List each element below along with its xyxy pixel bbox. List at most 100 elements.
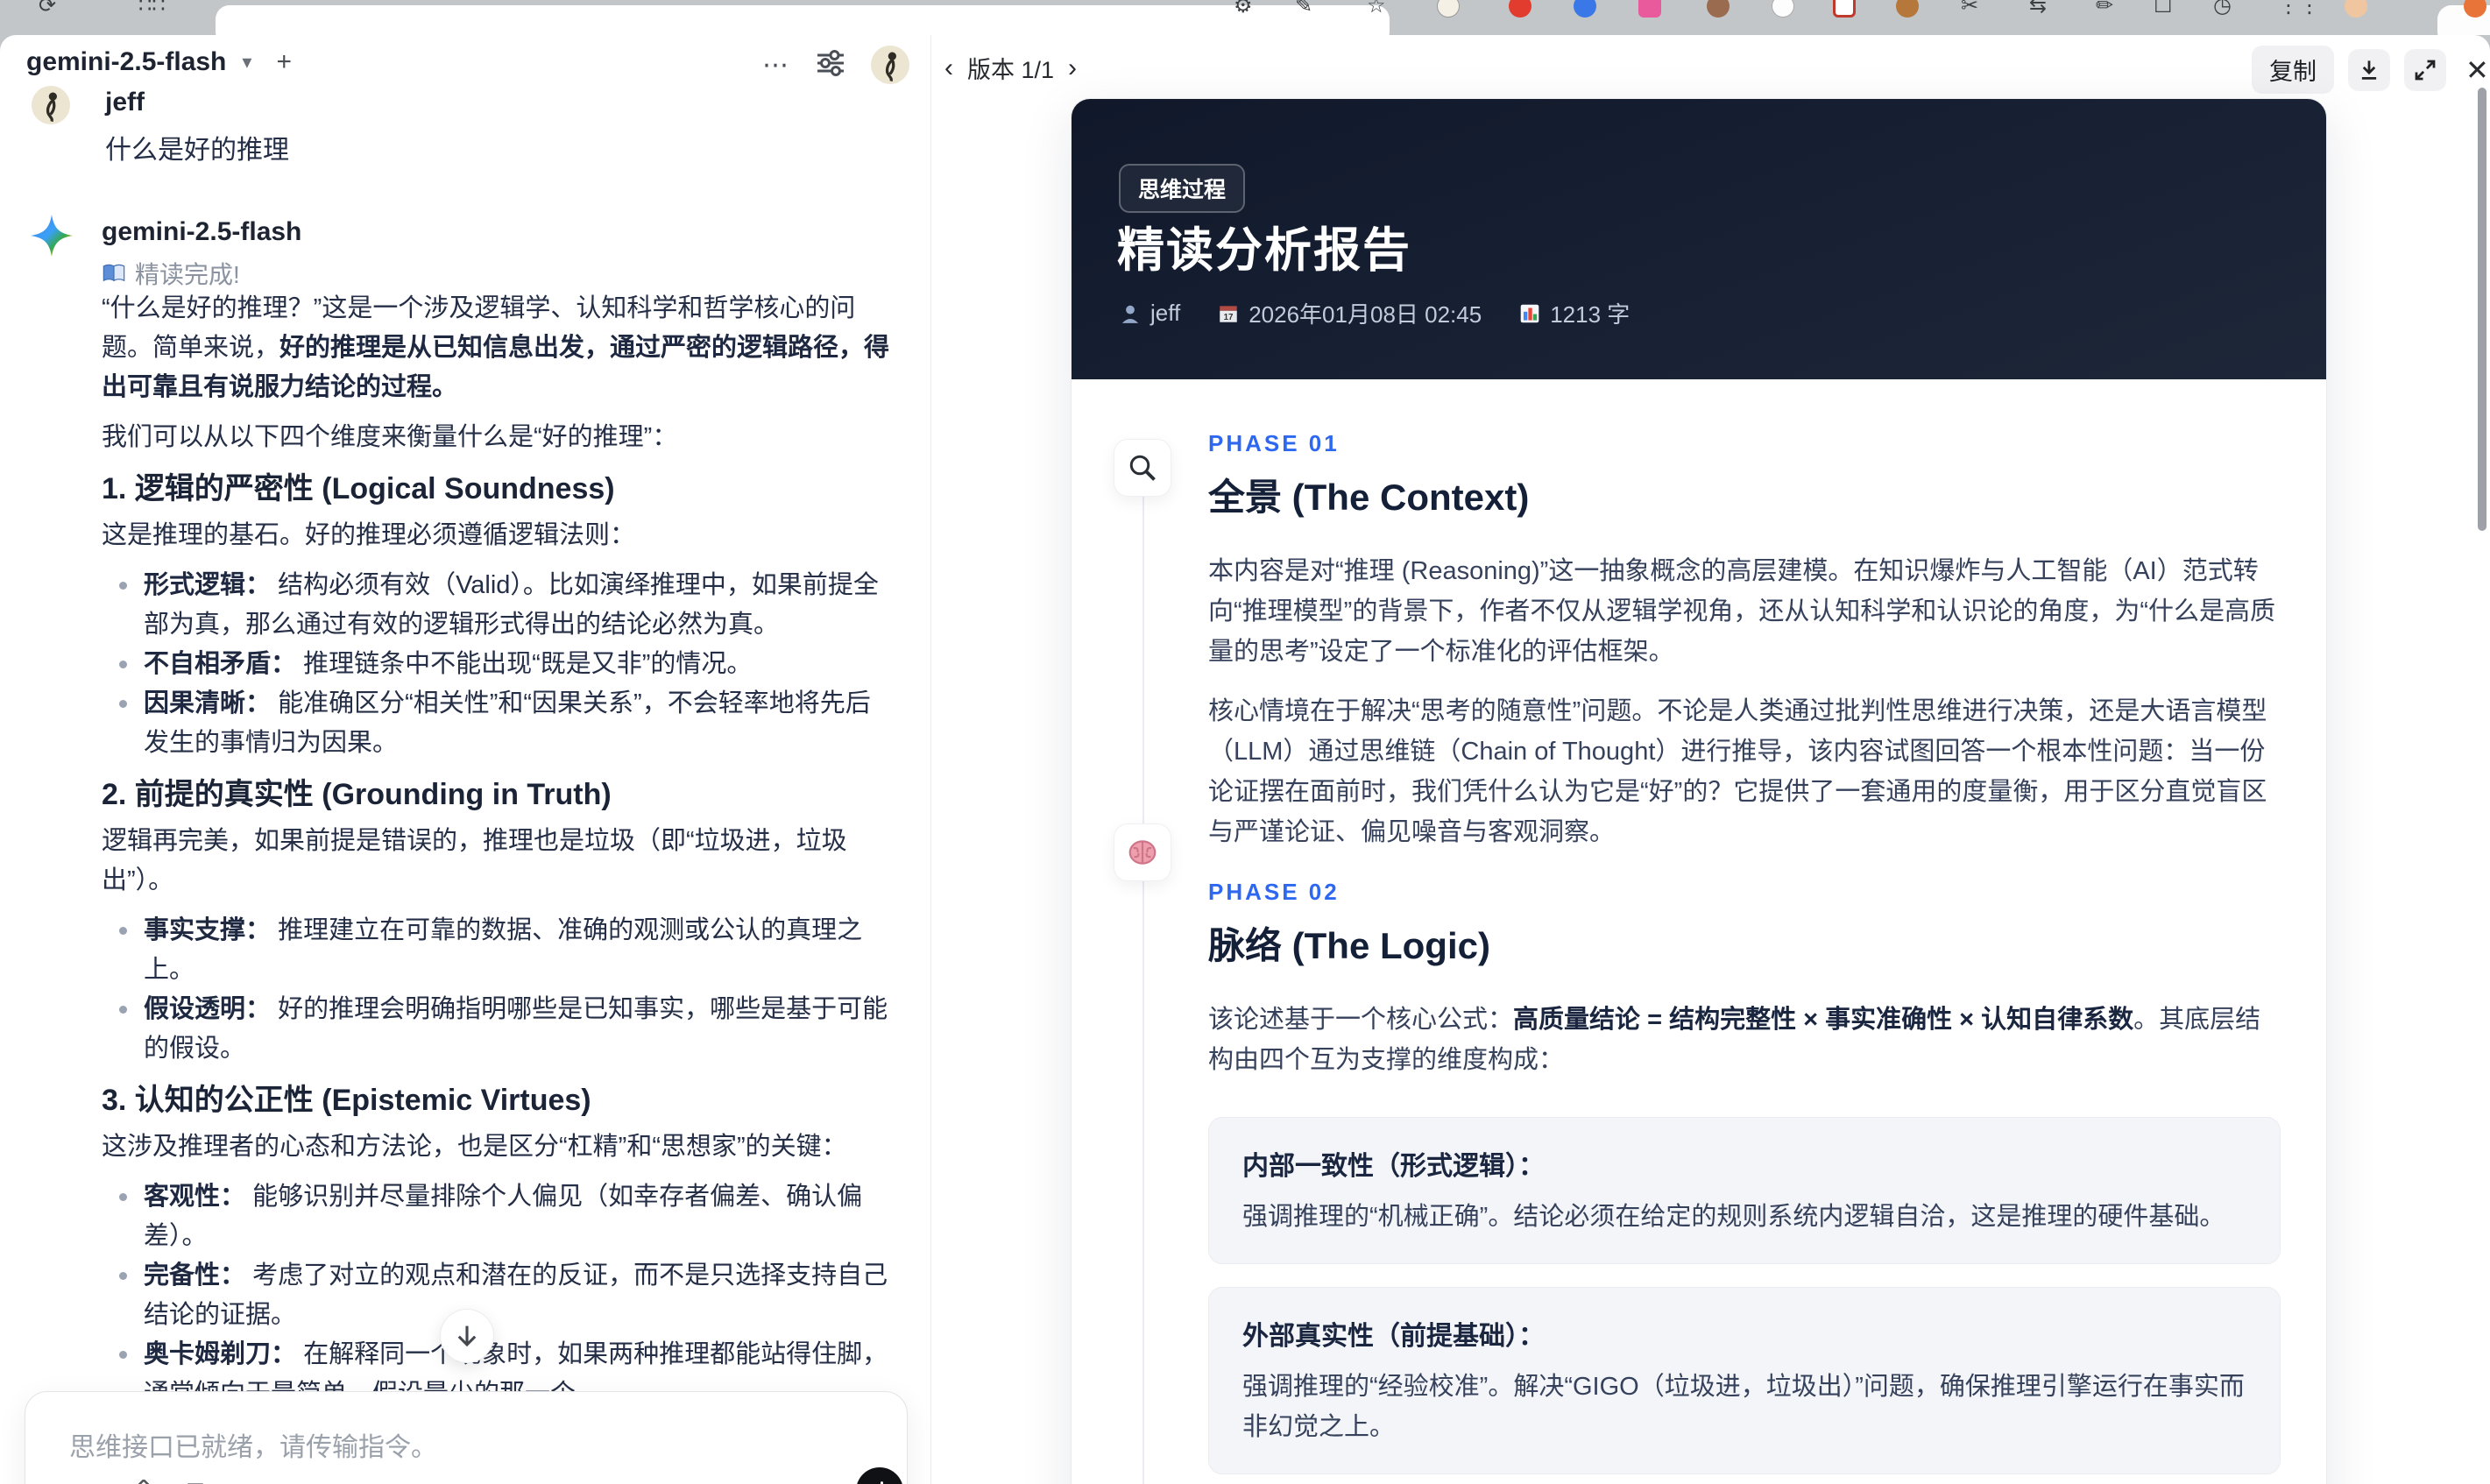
bullet-term: 不自相矛盾： (144, 650, 297, 678)
chat-panel: gemini-2.5-flash ▾ + ⋯ jeff 什么是好的推理 gemi… (0, 35, 931, 1484)
expand-icon (2415, 60, 2436, 80)
copy-button[interactable]: 复制 (2252, 46, 2334, 94)
svg-text:17: 17 (1224, 313, 1234, 322)
more-options-button[interactable]: ⋯ (762, 50, 790, 81)
bookmark-button[interactable] (181, 1480, 209, 1484)
avatar-figure-icon (46, 92, 57, 123)
expand-button[interactable] (2404, 48, 2446, 91)
assistant-status: 精读完成! (102, 256, 240, 291)
model-selector-label: gemini-2.5-flash (26, 47, 227, 76)
bullet-term: 奥卡姆剃刀： (144, 1340, 297, 1368)
meta-word-count: 1213 字 (1518, 297, 1630, 329)
apps-grid-icon[interactable]: ∷∷ (138, 0, 166, 18)
bullet-list: 客观性： 能够识别并尽量排除个人偏见（如幸存者偏差、确认偏差）。 完备性： 考虑… (102, 1177, 894, 1414)
bullet-term: 完备性： (144, 1261, 246, 1290)
phase-label: PHASE 02 (1208, 879, 1340, 905)
user-name: jeff (105, 88, 145, 117)
list-item: 客观性： 能够识别并尽量排除个人偏见（如幸存者偏差、确认偏差）。 (102, 1177, 894, 1256)
dimension-card: 外部真实性（前提基础）： 强调推理的“经验校准”。解决“GIGO（垃圾进，垃圾出… (1208, 1287, 2281, 1474)
download-button[interactable] (2348, 48, 2390, 91)
bullet-term: 客观性： (144, 1183, 246, 1211)
extension-icon[interactable] (1638, 0, 1661, 18)
user-icon (1121, 305, 1139, 323)
extension-pen-icon[interactable]: ✎ (1295, 0, 1312, 18)
dimension-card: 内部一致性（形式逻辑）： 强调推理的“机械正确”。结论必须在给定的规则系统内逻辑… (1208, 1117, 2281, 1264)
download-icon (2361, 60, 2377, 80)
phase-paragraph: 本内容是对“推理 (Reasoning)”这一抽象概念的高层建模。在知识爆炸与人… (1208, 557, 2275, 666)
phase-label: PHASE 01 (1208, 430, 1340, 456)
composer: 思维接口已就绪，请传输指令。 + (25, 1391, 908, 1484)
scroll-to-bottom-button[interactable] (440, 1309, 494, 1363)
next-version-button[interactable]: › (1068, 53, 1077, 83)
formula-pre: 该论述基于一个核心公式： (1208, 1006, 1514, 1034)
extension-menu-dots-icon[interactable]: ⋮⋮ (2278, 0, 2320, 18)
scrollbar-thumb[interactable] (2478, 88, 2486, 531)
extension-icon[interactable] (1896, 0, 1919, 18)
app-window: gemini-2.5-flash ▾ + ⋯ jeff 什么是好的推理 gemi… (0, 35, 2490, 1484)
meta-word-count-text: 1213 字 (1550, 301, 1631, 328)
bullet-term: 因果清晰： (144, 689, 272, 717)
settings-sliders-button[interactable] (815, 47, 846, 83)
reload-icon[interactable]: ⟳ (39, 0, 56, 18)
sparkle-tools-button[interactable] (129, 1478, 159, 1484)
voice-input-button[interactable] (856, 1467, 903, 1484)
extension-scissors-icon[interactable]: ✂ (1961, 0, 1978, 18)
phase-paragraph: 核心情境在于解决“思考的随意性”问题。不论是人类通过批判性思维进行决策，还是大语… (1208, 697, 2267, 846)
bullet-text: 能够识别并尽量排除个人偏见（如幸存者偏差、确认偏差）。 (144, 1183, 863, 1250)
bullet-list: 形式逻辑： 结构必须有效（Valid）。比如演绎推理中，如果前提全部为真，那么通… (102, 566, 894, 763)
meta-author-text: jeff (1150, 300, 1181, 326)
bookmark-star-icon[interactable]: ☆ (1367, 0, 1386, 18)
bullet-text: 推理链条中不能出现“既是又非”的情况。 (303, 650, 753, 678)
phase-title: 脉络 (The Logic) (1208, 925, 1490, 966)
extension-puzzle-icon[interactable]: ⚙ (1234, 0, 1253, 18)
report-body: PHASE 01 全景 (The Context) 本内容是对“推理 (Reas… (1208, 430, 2281, 1484)
section-lead: 逻辑再完美，如果前提是错误的，推理也是垃圾（即“垃圾进，垃圾出”）。 (102, 827, 847, 894)
version-label: 版本 1/1 (967, 57, 1055, 83)
model-selector[interactable]: gemini-2.5-flash ▾ + (26, 47, 292, 77)
report-meta: jeff 17 2026年01月08日 02:45 1213 字 (1119, 297, 1630, 329)
sliders-icon (817, 49, 844, 76)
extension-clock-icon[interactable]: ◷ (2213, 0, 2232, 18)
extension-icon[interactable] (1707, 0, 1730, 18)
meta-author: jeff (1119, 300, 1180, 327)
new-chat-button[interactable]: + (276, 47, 292, 77)
extension-icon[interactable] (1833, 0, 1856, 18)
section-title: 3. 认知的公正性 (Epistemic Virtues) (102, 1084, 591, 1117)
bullet-term: 假设透明： (144, 995, 272, 1023)
chevron-down-icon: ▾ (242, 51, 252, 73)
list-item: 形式逻辑： 结构必须有效（Valid）。比如演绎推理中，如果前提全部为真，那么通… (102, 566, 894, 645)
waveform-icon (881, 1481, 883, 1484)
artifact-card: 思维过程 精读分析报告 jeff 17 2026年01月08日 02:45 12… (1071, 98, 2327, 1484)
browser-chrome-strip: ⟳ ∷∷ ⚙ ✎ ☆ ✂ ⇆ ✏ ☐ ◷ ⋮⋮ (0, 0, 2490, 35)
bar-chart-icon (1520, 304, 1539, 322)
list-item: 假设透明： 好的推理会明确指明哪些是已知事实，哪些是基于可能的假设。 (102, 990, 894, 1069)
extension-icon[interactable] (1772, 0, 1794, 18)
extension-icon[interactable] (1437, 0, 1460, 18)
user-avatar (32, 86, 70, 124)
assistant-status-text: 精读完成! (135, 261, 240, 288)
meta-date: 17 2026年01月08日 02:45 (1217, 297, 1482, 329)
section-lead: 这是推理的基石。好的推理必须遵循逻辑法则： (102, 521, 636, 549)
card-title: 外部真实性（前提基础）： (1242, 1322, 1545, 1351)
account-avatar[interactable] (871, 46, 909, 84)
close-button[interactable]: ✕ (2465, 53, 2489, 87)
browser-profile-avatar[interactable] (2345, 0, 2367, 18)
browser-address-bar[interactable] (216, 5, 1390, 35)
version-nav: ‹ 版本 1/1 › (944, 51, 1077, 85)
brain-icon (1128, 840, 1157, 865)
magnifier-icon (1129, 455, 1156, 481)
report-title: 精读分析报告 (1117, 224, 1411, 277)
extension-icon[interactable] (1574, 0, 1596, 18)
extension-split-icon[interactable]: ⇆ (2029, 0, 2047, 18)
extension-clipboard-icon[interactable]: ☐ (2154, 0, 2173, 18)
extension-pen-nib-icon[interactable]: ✏ (2096, 0, 2113, 18)
prev-version-button[interactable]: ‹ (944, 53, 953, 83)
section-title: 2. 前提的真实性 (Grounding in Truth) (102, 778, 612, 811)
open-book-icon (103, 264, 125, 282)
list-item: 完备性： 考虑了对立的观点和潜在的反证，而不是只选择支持自己结论的证据。 (102, 1256, 894, 1335)
composer-input[interactable]: 思维接口已就绪，请传输指令。 (69, 1425, 437, 1464)
down-arrow-icon (457, 1325, 477, 1347)
section-title: 1. 逻辑的严密性 (Logical Soundness) (102, 472, 615, 505)
gemini-logo-icon (30, 214, 74, 262)
extension-icon[interactable] (1509, 0, 1531, 18)
